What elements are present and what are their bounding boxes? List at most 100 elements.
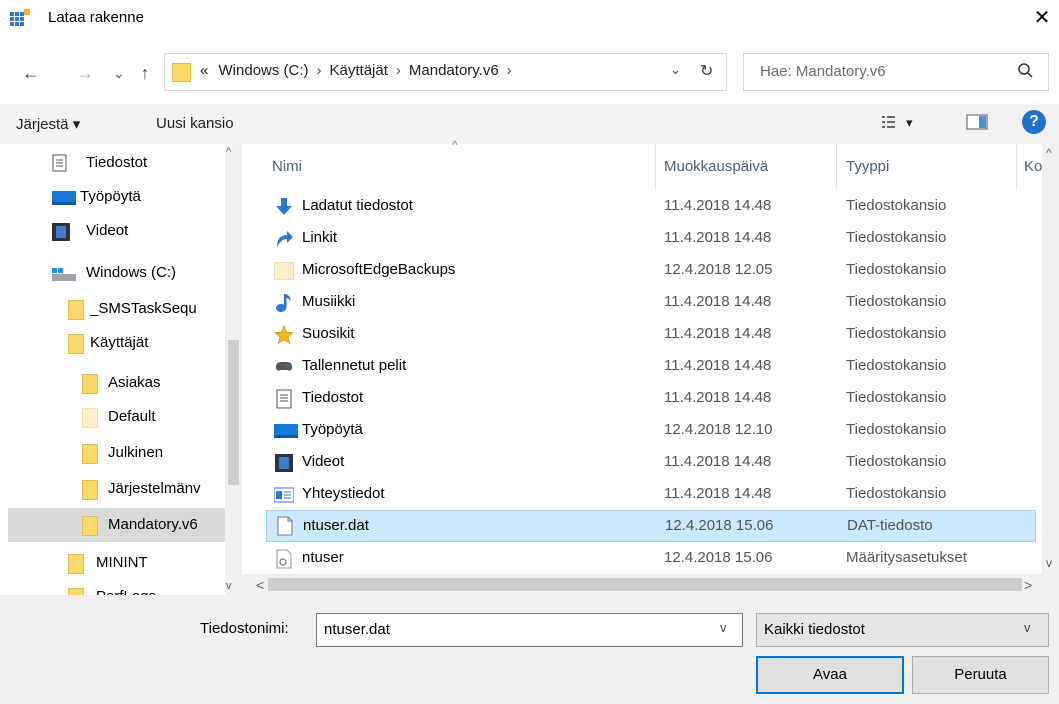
sidebar-item-label: MININT: [96, 554, 148, 571]
file-row[interactable]: Linkit 11.4.2018 14.48 Tiedostokansio: [266, 222, 1036, 254]
chevron-down-icon[interactable]: v: [720, 620, 727, 635]
help-icon[interactable]: ?: [1022, 110, 1046, 134]
column-header-name[interactable]: Nimi: [272, 144, 302, 190]
sidebar-item-perflogs[interactable]: PerfLogs: [68, 580, 242, 595]
file-row[interactable]: Tallennetut pelit 11.4.2018 14.48 Tiedos…: [266, 350, 1036, 382]
file-name: Yhteystiedot: [302, 485, 385, 502]
breadcrumb-item[interactable]: Käyttäjät: [330, 62, 388, 79]
filetype-value[interactable]: Kaikki tiedostot: [764, 621, 865, 638]
file-row[interactable]: Työpöytä 12.4.2018 12.10 Tiedostokansio: [266, 414, 1036, 446]
breadcrumb-separator[interactable]: ›: [507, 62, 512, 79]
search-placeholder: Hae: Mandatory.v6: [760, 63, 886, 80]
file-row[interactable]: Tiedostot 11.4.2018 14.48 Tiedostokansio: [266, 382, 1036, 414]
close-icon[interactable]: ✕: [1030, 6, 1054, 30]
breadcrumb-overflow[interactable]: «: [200, 62, 208, 79]
app-icon: [10, 9, 30, 26]
file-name: ntuser.dat: [303, 517, 369, 534]
sidebar-item-julkinen[interactable]: Julkinen: [82, 436, 242, 470]
folder-icon: [82, 516, 98, 536]
scroll-down-icon[interactable]: v: [1046, 556, 1052, 570]
sidebar-item-jarjestelmanv[interactable]: Järjestelmänv: [82, 472, 242, 506]
breadcrumb-separator[interactable]: ›: [396, 62, 401, 79]
cancel-button[interactable]: Peruuta: [912, 656, 1049, 694]
new-folder-button[interactable]: Uusi kansio: [156, 115, 234, 132]
sidebar-item-label: Videot: [86, 222, 129, 239]
view-dropdown-icon[interactable]: ▾: [906, 115, 913, 131]
title-bar: [0, 0, 1059, 38]
sidebar-scrollbar-thumb[interactable]: [228, 340, 239, 485]
desktop-icon: [52, 191, 76, 205]
drive-icon: [52, 268, 76, 281]
file-row[interactable]: Ladatut tiedostot 11.4.2018 14.48 Tiedos…: [266, 190, 1036, 222]
view-options-icon[interactable]: [880, 112, 920, 132]
back-button[interactable]: ←: [20, 62, 42, 84]
sidebar-item-kayttajat[interactable]: Käyttäjät: [68, 326, 242, 360]
sidebar-item-mandatory-v6[interactable]: Mandatory.v6: [8, 508, 225, 542]
sidebar-scroll-down-icon[interactable]: v: [226, 580, 232, 592]
sidebar-scroll-up-icon[interactable]: ^: [226, 146, 231, 158]
file-name: Työpöytä: [302, 421, 363, 438]
folder-icon: [68, 300, 84, 320]
file-type: Tiedostokansio: [846, 261, 947, 278]
column-divider[interactable]: [655, 144, 656, 190]
file-type: Tiedostokansio: [846, 325, 947, 342]
recent-locations-button[interactable]: ⌄: [108, 62, 130, 84]
column-header-type[interactable]: Tyyppi: [846, 144, 889, 190]
file-type: Tiedostokansio: [846, 229, 947, 246]
file-row-selected[interactable]: ntuser.dat 12.4.2018 15.06 DAT-tiedosto: [266, 510, 1036, 542]
sidebar-item-smstasksequ[interactable]: _SMSTaskSequ: [68, 292, 242, 326]
sidebar-item-default[interactable]: Default: [82, 400, 242, 434]
horizontal-scrollbar-thumb[interactable]: [268, 578, 1022, 591]
scroll-up-icon[interactable]: ^: [1046, 146, 1052, 160]
scroll-left-icon[interactable]: <: [256, 577, 264, 593]
file-name: Musiikki: [302, 293, 356, 310]
column-divider[interactable]: [836, 144, 837, 190]
chevron-down-icon[interactable]: v: [1024, 620, 1031, 635]
navigation-pane[interactable]: Tiedostot Työpöytä Videot Windows (C:) _…: [0, 144, 242, 595]
column-divider[interactable]: [1016, 144, 1017, 190]
file-type: Tiedostokansio: [846, 389, 947, 406]
preview-pane-icon[interactable]: [966, 113, 988, 131]
breadcrumb-separator[interactable]: ›: [317, 62, 322, 79]
sidebar-item-minint[interactable]: MININT: [68, 546, 242, 580]
refresh-icon[interactable]: ↻: [700, 61, 713, 81]
breadcrumb: « Windows (C:) › Käyttäjät › Mandatory.v6 ›: [200, 62, 520, 79]
file-type: Tiedostokansio: [846, 421, 947, 438]
file-row[interactable]: Yhteystiedot 11.4.2018 14.48 Tiedostokan…: [266, 478, 1036, 510]
file-row[interactable]: ntuser 12.4.2018 15.06 Määritysasetukset: [266, 542, 1036, 574]
scroll-right-icon[interactable]: >: [1024, 577, 1032, 593]
file-row[interactable]: Suosikit 11.4.2018 14.48 Tiedostokansio: [266, 318, 1036, 350]
sidebar-item-asiakas[interactable]: Asiakas: [82, 366, 242, 400]
file-row[interactable]: MicrosoftEdgeBackups 12.4.2018 12.05 Tie…: [266, 254, 1036, 286]
sidebar-item-label: PerfLogs: [96, 580, 156, 595]
sidebar-item-label: Default: [108, 408, 156, 425]
sidebar-item-tyopoyta[interactable]: Työpöytä: [52, 180, 242, 214]
address-dropdown-icon[interactable]: ⌄: [670, 62, 681, 78]
open-button[interactable]: Avaa: [756, 656, 904, 694]
documents-icon: [52, 154, 67, 172]
file-list-vertical-scrollbar[interactable]: [1042, 144, 1059, 578]
forward-button[interactable]: →: [74, 62, 96, 84]
file-date: 11.4.2018 14.48: [664, 485, 772, 502]
file-date: 11.4.2018 14.48: [664, 325, 772, 342]
sidebar-item-videot[interactable]: Videot: [52, 214, 242, 248]
search-icon[interactable]: [1016, 61, 1036, 81]
column-header-date[interactable]: Muokkauspäivä: [664, 144, 768, 190]
file-date: 12.4.2018 15.06: [665, 517, 774, 534]
file-row[interactable]: Videot 11.4.2018 14.48 Tiedostokansio: [266, 446, 1036, 478]
file-name: MicrosoftEdgeBackups: [302, 261, 456, 278]
sidebar-item-label: Järjestelmänv: [108, 480, 201, 497]
sidebar-item-windows-c[interactable]: Windows (C:): [52, 256, 242, 290]
sidebar-item-tiedostot[interactable]: Tiedostot: [52, 146, 242, 180]
file-row[interactable]: Musiikki 11.4.2018 14.48 Tiedostokansio: [266, 286, 1036, 318]
sidebar-item-label: Julkinen: [108, 444, 164, 461]
file-list[interactable]: Ladatut tiedostot 11.4.2018 14.48 Tiedos…: [256, 190, 1042, 574]
breadcrumb-item[interactable]: Windows (C:): [219, 62, 309, 79]
file-name: Linkit: [302, 229, 338, 246]
downloads-icon: [276, 198, 292, 215]
breadcrumb-item[interactable]: Mandatory.v6: [409, 62, 499, 79]
organize-button[interactable]: Järjestä ▾: [16, 115, 80, 133]
column-header-size[interactable]: Koko: [1024, 144, 1042, 190]
filename-value[interactable]: ntuser.dat: [324, 621, 390, 638]
up-button[interactable]: ↑: [134, 62, 156, 84]
